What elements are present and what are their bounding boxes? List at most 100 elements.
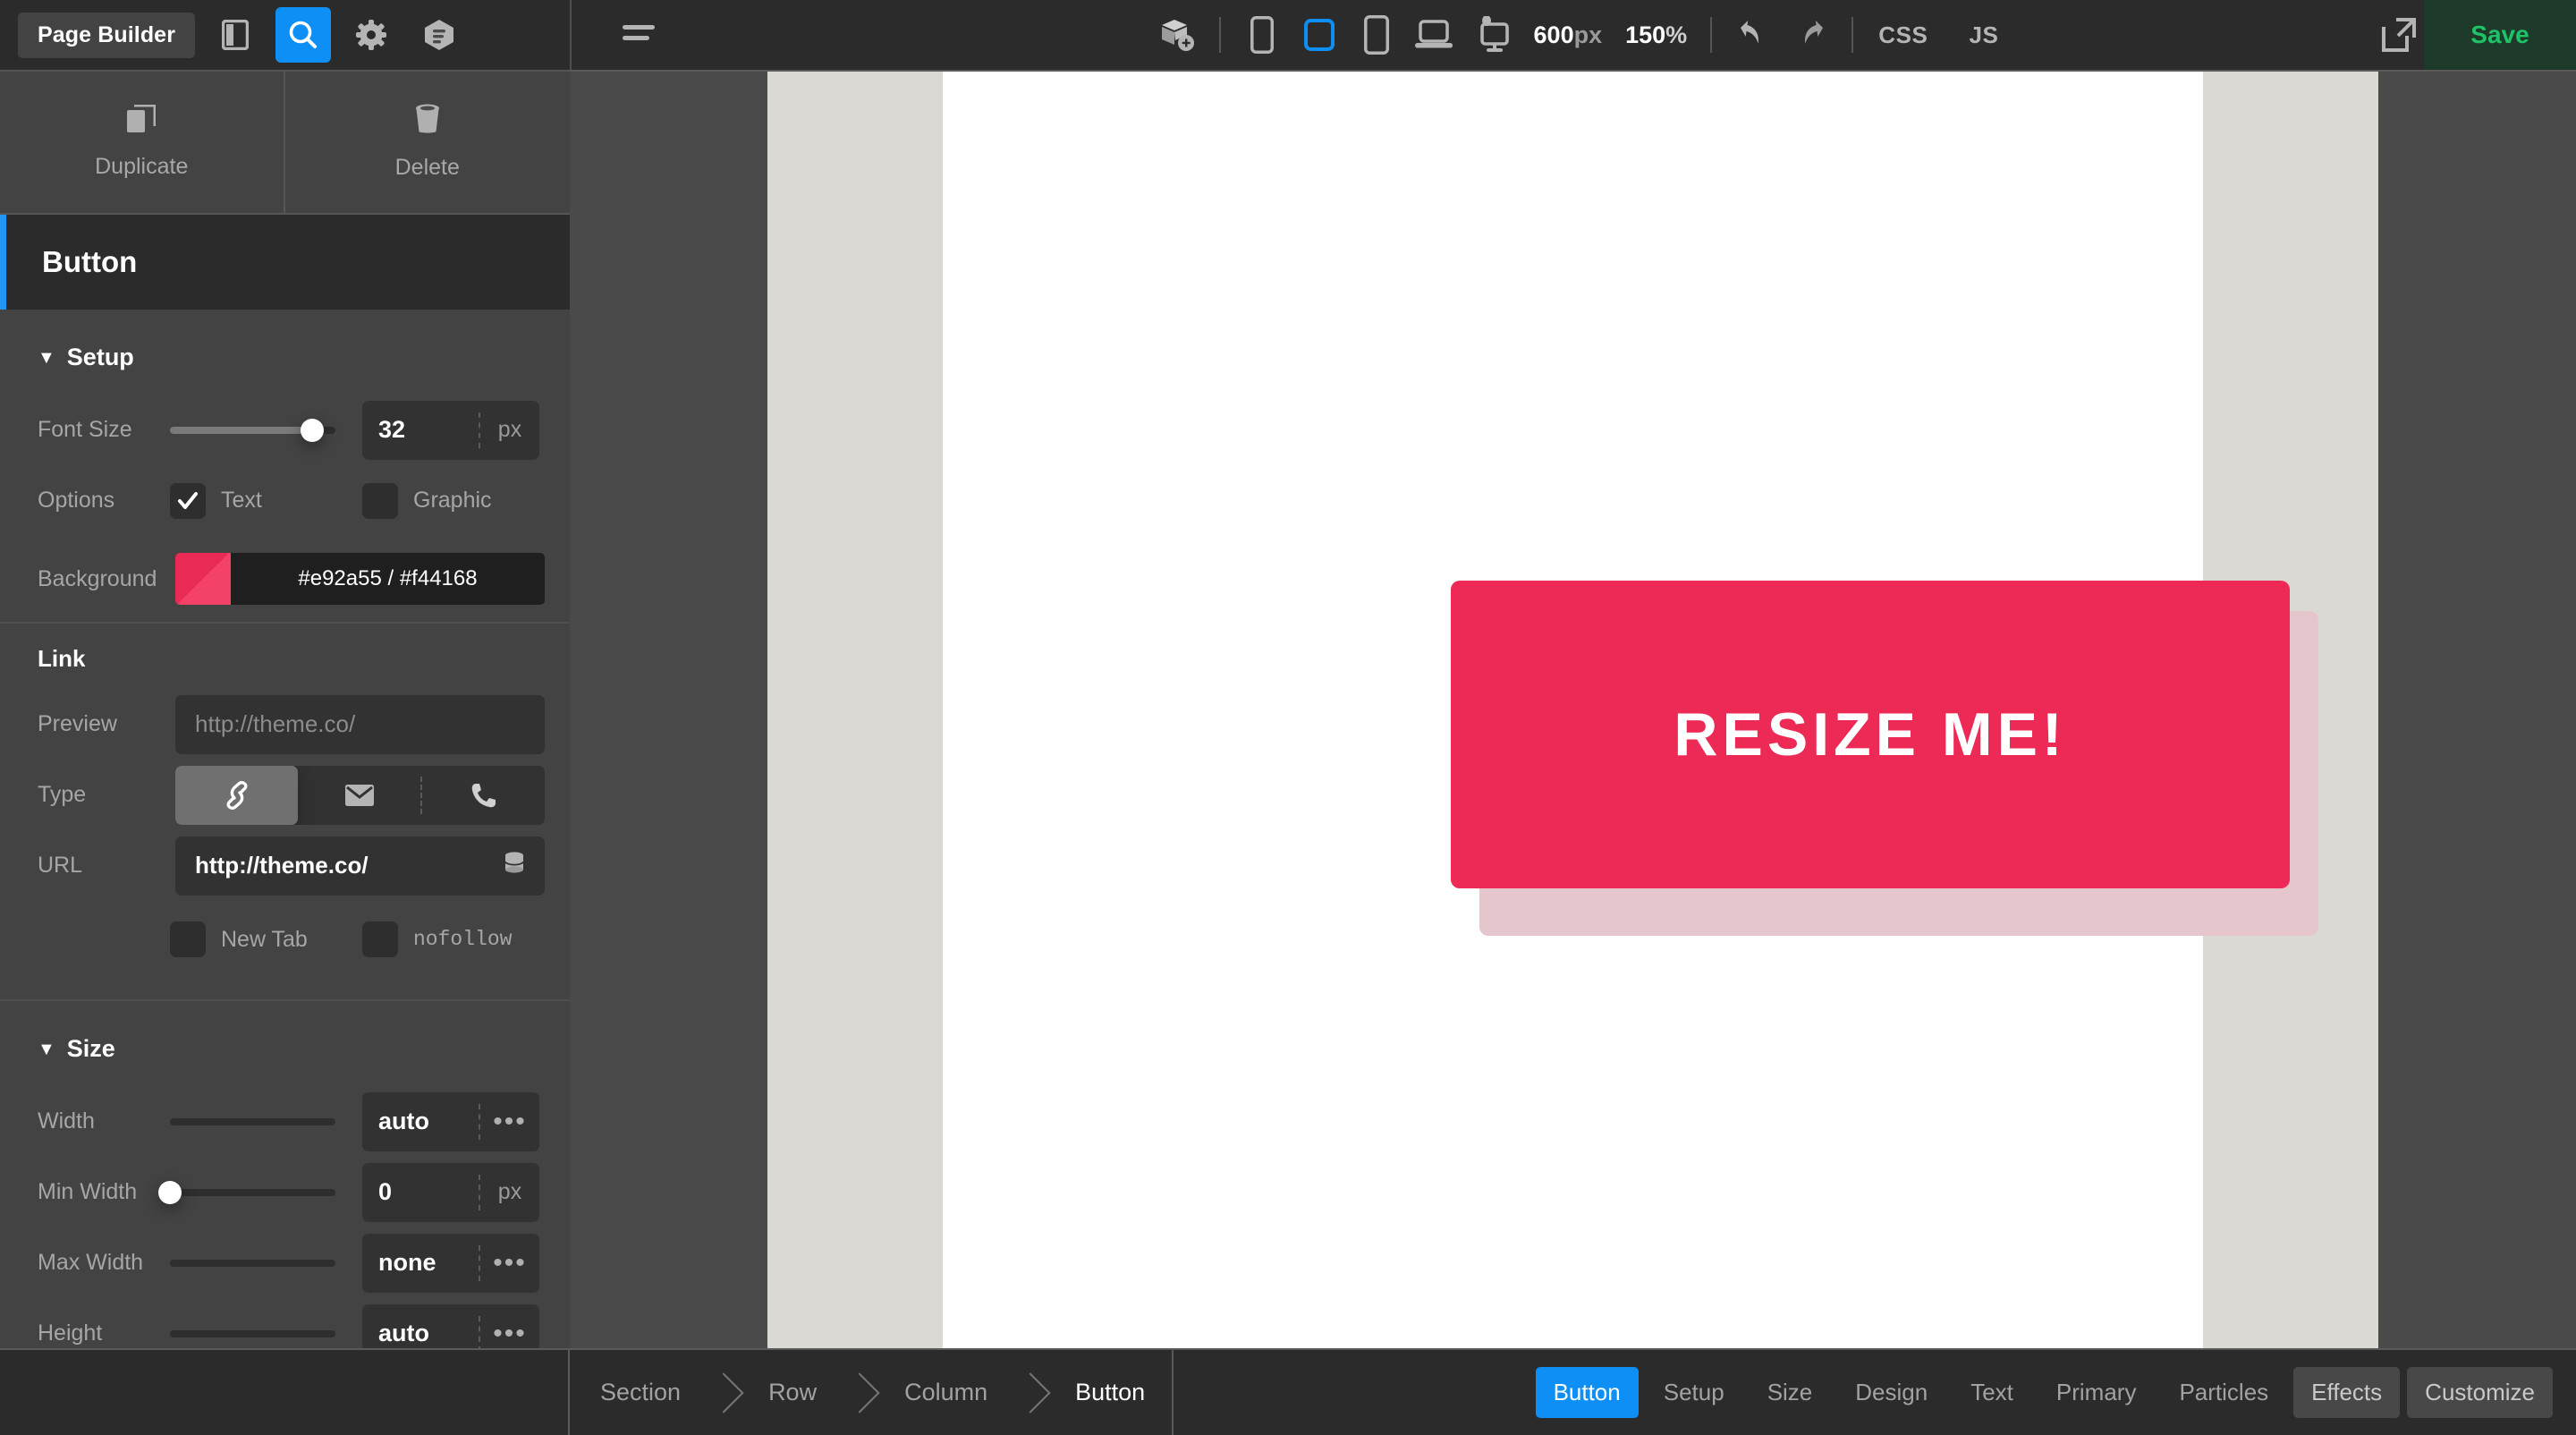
center-divider-2 xyxy=(1710,17,1713,53)
tab-effects[interactable]: Effects xyxy=(2293,1367,2401,1418)
chevron-down-icon: ▼ xyxy=(38,1039,55,1059)
nofollow-checkbox[interactable] xyxy=(362,921,398,957)
breadcrumb-item-column[interactable]: Column xyxy=(874,1350,1014,1435)
min-width-slider-thumb[interactable] xyxy=(158,1180,182,1204)
size-section: ▼ Size Width auto ••• Min Width 0 px Max… xyxy=(0,1001,570,1369)
breadcrumb-chevron-icon xyxy=(1014,1350,1045,1435)
url-value: http://theme.co/ xyxy=(195,852,369,879)
duplicate-button[interactable]: Duplicate xyxy=(0,72,285,213)
link-section-title: Link xyxy=(38,645,86,672)
font-size-unit[interactable]: px xyxy=(480,417,539,443)
link-type-url-button[interactable] xyxy=(175,765,298,825)
width-value: auto xyxy=(378,1108,429,1134)
min-width-slider[interactable] xyxy=(158,1175,335,1210)
add-block-icon[interactable] xyxy=(1149,6,1207,64)
tab-particles[interactable]: Particles xyxy=(2161,1367,2286,1418)
min-width-value: 0 xyxy=(378,1178,393,1205)
viewport-width-unit: px xyxy=(1573,21,1603,48)
max-width-slider[interactable] xyxy=(170,1245,335,1281)
font-size-slider[interactable] xyxy=(170,412,335,448)
background-color-control[interactable]: #e92a55 / #f44168 xyxy=(175,553,545,605)
width-label: Width xyxy=(38,1108,95,1134)
background-color-swatch[interactable] xyxy=(175,553,231,605)
search-icon[interactable] xyxy=(275,7,332,63)
tab-primary[interactable]: Primary xyxy=(2038,1367,2155,1418)
new-tab-checkbox[interactable] xyxy=(170,921,206,957)
device-tablet-icon[interactable] xyxy=(1348,6,1405,64)
device-desktop-icon[interactable] xyxy=(1462,6,1520,64)
tab-button[interactable]: Button xyxy=(1535,1367,1639,1418)
device-mobile-landscape-icon[interactable] xyxy=(1291,6,1348,64)
page-builder-app: Page Builder 600px 150% CSS JS Save Dupl… xyxy=(0,0,2576,1435)
breadcrumb-item-section[interactable]: Section xyxy=(570,1350,708,1435)
type-row: Type xyxy=(0,760,570,830)
width-more-button[interactable]: ••• xyxy=(480,1108,539,1135)
device-laptop-icon[interactable] xyxy=(1405,6,1462,64)
database-icon[interactable] xyxy=(504,852,525,879)
center-tools: 600px 150% CSS JS xyxy=(1149,0,1999,70)
undo-arrow-icon[interactable] xyxy=(1724,6,1782,64)
toolbar-right-group: 600px 150% CSS JS Save xyxy=(572,0,2576,70)
css-button[interactable]: CSS xyxy=(1878,21,1928,49)
email-icon xyxy=(344,784,374,806)
option-text-checkbox[interactable] xyxy=(170,482,206,519)
setup-section: ▼ Setup Font Size 32 px Options Text Gra… xyxy=(0,310,570,624)
option-text-group[interactable]: Text xyxy=(170,482,335,519)
max-width-row: Max Width none ••• xyxy=(0,1227,570,1298)
min-width-input[interactable]: 0 px xyxy=(362,1162,539,1222)
element-title-bar: Button xyxy=(0,215,570,310)
max-width-input[interactable]: none ••• xyxy=(362,1233,539,1293)
option-graphic-group[interactable]: Graphic xyxy=(362,482,492,519)
tab-customize[interactable]: Customize xyxy=(2407,1367,2553,1418)
page-builder-brand[interactable]: Page Builder xyxy=(18,12,196,58)
device-mobile-portrait-icon[interactable] xyxy=(1233,6,1291,64)
redo-arrow-icon[interactable] xyxy=(1782,6,1839,64)
height-more-button[interactable]: ••• xyxy=(480,1320,539,1347)
duplicate-icon xyxy=(127,104,157,140)
zoom-readout[interactable]: 150% xyxy=(1625,21,1687,49)
canvas-area[interactable]: RESIZE ME! xyxy=(570,70,2576,1348)
layers-hexagon-icon[interactable] xyxy=(411,7,467,63)
top-toolbar: Page Builder 600px 150% CSS JS Save xyxy=(0,0,2576,70)
font-size-input[interactable]: 32 px xyxy=(362,400,539,460)
link-type-phone-button[interactable] xyxy=(422,766,545,825)
viewport-width-readout[interactable]: 600px xyxy=(1534,21,1603,49)
min-width-label: Min Width xyxy=(38,1179,138,1204)
setup-section-header[interactable]: ▼ Setup xyxy=(0,310,570,395)
preview-input[interactable]: http://theme.co/ xyxy=(175,694,545,754)
width-slider[interactable] xyxy=(170,1104,335,1140)
breadcrumb-chevron-icon xyxy=(708,1350,738,1435)
link-type-email-button[interactable] xyxy=(298,766,420,825)
font-size-slider-thumb[interactable] xyxy=(301,418,325,442)
bottom-bar: Section Row Column Button Button Setup S… xyxy=(0,1348,2576,1435)
tab-design[interactable]: Design xyxy=(1837,1367,1945,1418)
tab-text[interactable]: Text xyxy=(1953,1367,2031,1418)
width-input[interactable]: auto ••• xyxy=(362,1091,539,1151)
js-button[interactable]: JS xyxy=(1969,21,1998,49)
save-button[interactable]: Save xyxy=(2424,0,2576,70)
min-width-unit[interactable]: px xyxy=(480,1179,539,1205)
center-divider-3 xyxy=(1852,17,1854,53)
tab-setup[interactable]: Setup xyxy=(1646,1367,1742,1418)
background-color-value: #e92a55 / #f44168 xyxy=(298,566,478,590)
new-tab-group[interactable]: New Tab xyxy=(170,921,335,957)
height-slider[interactable] xyxy=(170,1316,335,1352)
sidebar-toggle-icon[interactable] xyxy=(208,7,263,63)
breadcrumb-item-button[interactable]: Button xyxy=(1045,1350,1172,1435)
link-section: Link Preview http://theme.co/ Type URL h… xyxy=(0,624,570,1001)
new-tab-label: New Tab xyxy=(221,926,308,952)
breadcrumb-item-row[interactable]: Row xyxy=(738,1350,843,1435)
delete-button[interactable]: Delete xyxy=(285,72,571,213)
preview-row: Preview http://theme.co/ xyxy=(0,689,570,760)
gear-icon[interactable] xyxy=(343,7,399,63)
size-section-header[interactable]: ▼ Size xyxy=(0,1001,570,1086)
option-graphic-checkbox[interactable] xyxy=(362,482,398,519)
hamburger-menu-icon[interactable] xyxy=(611,7,666,63)
max-width-more-button[interactable]: ••• xyxy=(480,1249,539,1277)
background-row: Background #e92a55 / #f44168 xyxy=(0,536,570,622)
tab-size[interactable]: Size xyxy=(1750,1367,1831,1418)
external-link-icon[interactable] xyxy=(2374,10,2424,60)
nofollow-group[interactable]: nofollow xyxy=(362,921,512,957)
url-input[interactable]: http://theme.co/ xyxy=(175,836,545,896)
cta-button[interactable]: RESIZE ME! xyxy=(1451,581,2290,888)
